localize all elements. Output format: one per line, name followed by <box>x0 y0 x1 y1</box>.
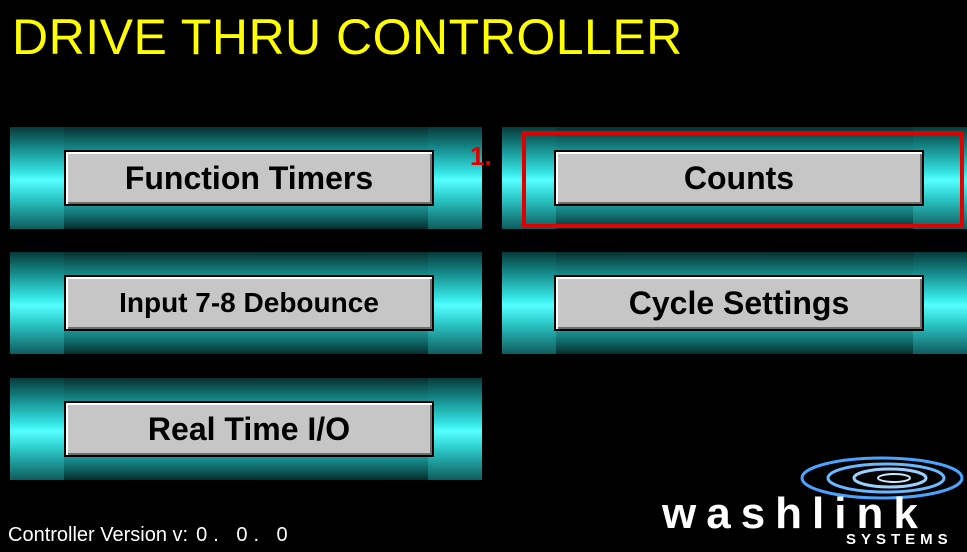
cycle-settings-button[interactable]: Cycle Settings <box>554 275 924 331</box>
tile-function-timers: Function Timers <box>10 127 482 229</box>
version-label: Controller Version v: <box>8 524 189 546</box>
controller-version: Controller Version v: 0. 0. 0 <box>8 524 294 547</box>
tile-real-time-io: Real Time I/O <box>10 378 482 480</box>
washlink-logo: washlink SYSTEMS <box>660 452 967 552</box>
step-number-label: 1. <box>470 141 492 171</box>
page-title: DRIVE THRU CONTROLLER <box>12 9 683 65</box>
input-debounce-button[interactable]: Input 7-8 Debounce <box>64 275 434 331</box>
tile-cycle-settings: Cycle Settings <box>502 252 967 354</box>
real-time-io-button[interactable]: Real Time I/O <box>64 401 434 457</box>
version-value: 0. 0. 0 <box>196 524 294 546</box>
counts-highlight-box <box>522 131 964 228</box>
function-timers-button[interactable]: Function Timers <box>64 150 434 206</box>
logo-subtitle: SYSTEMS <box>846 531 953 548</box>
tile-input-debounce: Input 7-8 Debounce <box>10 252 482 354</box>
